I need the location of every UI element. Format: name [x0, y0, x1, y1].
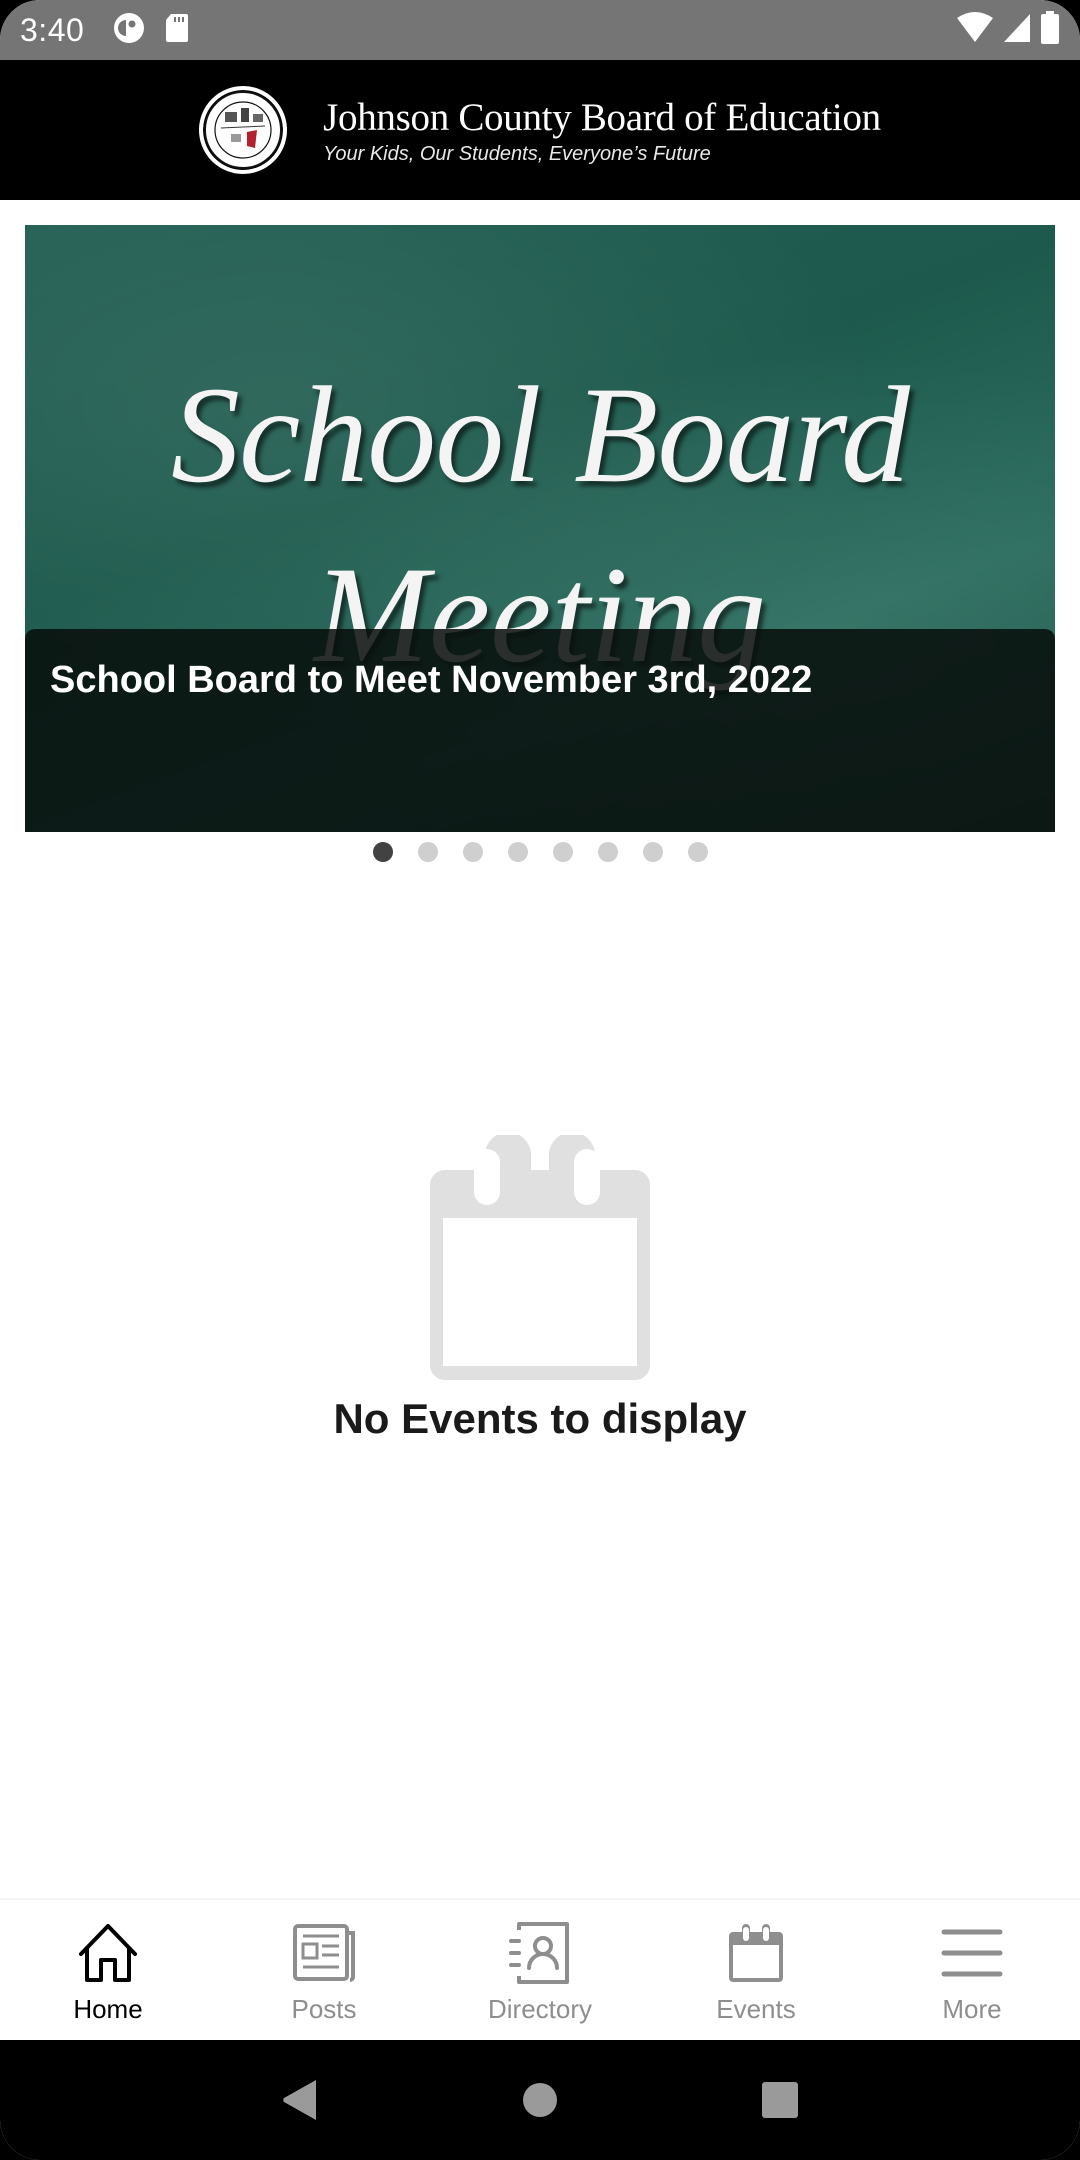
sd-card-icon: [164, 12, 190, 49]
nav-tab-more[interactable]: More: [864, 1900, 1080, 2040]
carousel-dot-7[interactable]: [642, 842, 663, 862]
carousel-dot-4[interactable]: [507, 842, 528, 862]
news-carousel-slide[interactable]: School Board Meeting School Board to Mee…: [25, 225, 1055, 832]
nav-tab-home[interactable]: Home: [0, 1900, 216, 2040]
recents-button[interactable]: [740, 2060, 820, 2140]
carousel-dot-2[interactable]: [417, 842, 438, 862]
app-screen: 3:40 Johnson County Board of Education Y…: [0, 0, 1080, 2160]
carousel-dot-1[interactable]: [372, 842, 393, 862]
nav-label-events: Events: [716, 1994, 796, 2024]
slide-caption-text: School Board to Meet November 3rd, 2022: [50, 659, 813, 701]
calendar-nav-icon: [721, 1918, 791, 1988]
header-tagline: Your Kids, Our Students, Everyone’s Futu…: [323, 142, 711, 165]
header-title: Johnson County Board of Education: [323, 95, 881, 139]
home-system-button[interactable]: [500, 2060, 580, 2140]
menu-icon: [937, 1918, 1007, 1988]
battery-icon: [1040, 10, 1060, 50]
nav-tab-posts[interactable]: Posts: [216, 1900, 432, 2040]
carousel-dot-6[interactable]: [597, 842, 618, 862]
carousel-dot-3[interactable]: [462, 842, 483, 862]
back-button[interactable]: [260, 2060, 340, 2140]
status-bar: 3:40: [0, 0, 1080, 60]
sync-icon: [112, 11, 146, 50]
county-seal-logo: [199, 86, 288, 174]
nav-label-directory: Directory: [487, 1994, 592, 2024]
carousel-dot-5[interactable]: [552, 842, 573, 862]
contacts-book-icon: [505, 1918, 575, 1988]
slide-image-text-line1: School Board: [171, 358, 910, 511]
nav-tab-events[interactable]: Events: [648, 1900, 864, 2040]
carousel-pagination: [0, 842, 1080, 862]
events-empty-state: No Events to display: [0, 1132, 1080, 1443]
calendar-icon: [430, 1132, 650, 1385]
signal-icon: [1002, 12, 1032, 49]
nav-label-more: More: [942, 1994, 1002, 2024]
status-time: 3:40: [20, 11, 85, 48]
system-navigation-bar: [0, 2040, 1080, 2160]
bottom-navigation: Home Posts Directory Events More: [0, 1898, 1080, 2040]
newspaper-icon: [289, 1918, 359, 1988]
wifi-icon: [956, 11, 994, 49]
app-header: Johnson County Board of Education Your K…: [0, 60, 1080, 200]
nav-tab-directory[interactable]: Directory: [432, 1900, 648, 2040]
home-icon: [73, 1918, 143, 1988]
nav-label-home: Home: [73, 1994, 143, 2024]
carousel-dot-8[interactable]: [687, 842, 708, 862]
slide-caption: School Board to Meet November 3rd, 2022: [25, 629, 1055, 832]
empty-events-message: No Events to display: [333, 1395, 747, 1442]
nav-label-posts: Posts: [291, 1994, 357, 2024]
